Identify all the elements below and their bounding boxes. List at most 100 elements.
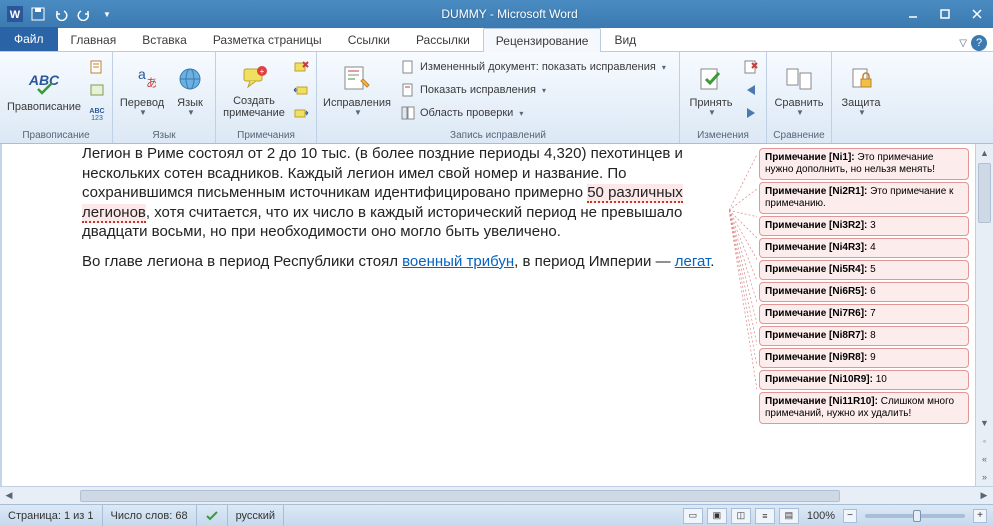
scroll-thumb[interactable]	[978, 163, 991, 223]
comment-item[interactable]: Примечание [Ni3R2]: 3	[759, 216, 969, 236]
show-markup-label: Показать исправления	[420, 84, 536, 96]
comment-item[interactable]: Примечание [Ni4R3]: 4	[759, 238, 969, 258]
scroll-left-icon[interactable]: ◀	[0, 487, 18, 505]
comment-item[interactable]: Примечание [Ni1]: Это примечание нужно д…	[759, 148, 969, 180]
vertical-scrollbar[interactable]: ▲ ▼ ◦ « »	[975, 144, 993, 486]
ribbon: ABC Правописание ABC123 Правописание aあ …	[0, 52, 993, 144]
comment-item[interactable]: Примечание [Ni6R5]: 6	[759, 282, 969, 302]
svg-text:ABC: ABC	[89, 108, 104, 115]
zoom-level[interactable]: 100%	[807, 510, 835, 522]
spelling-label: Правописание	[7, 101, 81, 113]
link-legate[interactable]: легат	[675, 253, 710, 270]
document-page[interactable]: Легион в Риме состоял от 2 до 10 тыс. (в…	[2, 144, 757, 486]
next-page-icon[interactable]: »	[976, 468, 993, 486]
prev-change-icon[interactable]	[740, 79, 762, 101]
svg-text:+: +	[260, 67, 265, 76]
redo-icon[interactable]	[73, 3, 95, 25]
zoom-slider[interactable]	[865, 514, 965, 518]
language-button[interactable]: Язык▼	[169, 54, 211, 124]
reject-icon[interactable]	[740, 56, 762, 78]
track-changes-button[interactable]: Исправления▼	[321, 54, 393, 124]
show-markup-dropdown[interactable]: Показать исправления▾	[395, 79, 675, 101]
tab-рассылки[interactable]: Рассылки	[403, 27, 483, 51]
next-comment-icon[interactable]	[290, 102, 312, 124]
markup-icon	[400, 82, 416, 98]
maximize-button[interactable]	[929, 3, 961, 25]
draft-view-icon[interactable]: ▤	[779, 508, 799, 524]
tab-ссылки[interactable]: Ссылки	[335, 27, 403, 51]
accept-button[interactable]: Принять▼	[684, 54, 738, 124]
comment-item[interactable]: Примечание [Ni10R9]: 10	[759, 370, 969, 390]
link-tribune[interactable]: военный трибун	[402, 253, 514, 270]
close-button[interactable]	[961, 3, 993, 25]
object-browse-icon[interactable]: ◦	[976, 432, 993, 450]
wordcount-icon[interactable]: ABC123	[86, 102, 108, 124]
compare-icon	[783, 63, 815, 95]
horizontal-scrollbar[interactable]: ◀ ▶	[0, 486, 993, 504]
delete-comment-icon[interactable]	[290, 56, 312, 78]
word-count-status[interactable]: Число слов: 68	[103, 505, 197, 526]
prev-page-icon[interactable]: «	[976, 450, 993, 468]
display-for-review-label: Измененный документ: показать исправлени…	[420, 61, 656, 73]
display-for-review-dropdown[interactable]: Измененный документ: показать исправлени…	[395, 56, 675, 78]
print-layout-view-icon[interactable]: ▭	[683, 508, 703, 524]
page-status[interactable]: Страница: 1 из 1	[0, 505, 103, 526]
protect-button[interactable]: Защита▼	[836, 54, 886, 124]
next-change-icon[interactable]	[740, 102, 762, 124]
minimize-button[interactable]	[897, 3, 929, 25]
comment-item[interactable]: Примечание [Ni9R8]: 9	[759, 348, 969, 368]
group-label-changes: Изменения	[684, 128, 762, 143]
tab-рецензирование[interactable]: Рецензирование	[483, 28, 602, 52]
svg-text:a: a	[138, 66, 146, 82]
file-tab[interactable]: Файл	[0, 27, 58, 51]
zoom-in-button[interactable]: +	[973, 509, 987, 523]
qat-dropdown-icon[interactable]: ▼	[96, 3, 118, 25]
research-icon[interactable]	[86, 56, 108, 78]
comment-item[interactable]: Примечание [Ni8R7]: 8	[759, 326, 969, 346]
save-icon[interactable]	[27, 3, 49, 25]
zoom-out-button[interactable]: −	[843, 509, 857, 523]
scroll-down-icon[interactable]: ▼	[976, 414, 993, 432]
undo-icon[interactable]	[50, 3, 72, 25]
hscroll-thumb[interactable]	[80, 490, 840, 502]
tab-главная[interactable]: Главная	[58, 27, 130, 51]
prev-comment-icon[interactable]	[290, 79, 312, 101]
tab-разметка-страницы[interactable]: Разметка страницы	[200, 27, 335, 51]
spell-status-icon[interactable]	[197, 505, 228, 526]
scroll-up-icon[interactable]: ▲	[976, 144, 993, 162]
fullscreen-view-icon[interactable]: ▣	[707, 508, 727, 524]
comment-item[interactable]: Примечание [Ni7R6]: 7	[759, 304, 969, 324]
svg-text:123: 123	[91, 115, 103, 121]
status-bar: Страница: 1 из 1 Число слов: 68 русский …	[0, 504, 993, 526]
scroll-right-icon[interactable]: ▶	[975, 487, 993, 505]
spelling-button[interactable]: ABC Правописание	[4, 54, 84, 124]
group-label-spelling: Правописание	[4, 128, 108, 143]
tab-вид[interactable]: Вид	[601, 27, 649, 51]
reviewing-pane-dropdown[interactable]: Область проверки▾	[395, 102, 675, 124]
outline-view-icon[interactable]: ≡	[755, 508, 775, 524]
thesaurus-icon[interactable]	[86, 79, 108, 101]
paragraph-2[interactable]: Во главе легиона в период Республики сто…	[82, 252, 739, 272]
compare-button[interactable]: Сравнить▼	[771, 54, 827, 124]
ribbon-minimize-icon[interactable]: ▽	[959, 38, 967, 49]
tab-вставка[interactable]: Вставка	[129, 27, 200, 51]
group-label-comments: Примечания	[220, 128, 312, 143]
comment-item[interactable]: Примечание [Ni2R1]: Это примечание к при…	[759, 182, 969, 214]
zoom-knob[interactable]	[913, 510, 921, 522]
new-comment-label: Создать примечание	[223, 95, 285, 119]
svg-text:あ: あ	[146, 76, 156, 90]
track-changes-icon	[341, 63, 373, 95]
translate-label: Перевод	[120, 97, 164, 109]
word-icon[interactable]: W	[4, 3, 26, 25]
help-icon[interactable]: ?	[971, 35, 987, 51]
quick-access-toolbar: W ▼	[0, 3, 122, 25]
new-comment-button[interactable]: + Создать примечание	[220, 54, 288, 124]
paragraph-1[interactable]: Легион в Риме состоял от 2 до 10 тыс. (в…	[82, 144, 739, 242]
group-label-protect	[836, 128, 886, 143]
translate-button[interactable]: aあ Перевод▼	[117, 54, 167, 124]
pane-icon	[400, 105, 416, 121]
language-status[interactable]: русский	[228, 505, 284, 526]
web-view-icon[interactable]: ◫	[731, 508, 751, 524]
comment-item[interactable]: Примечание [Ni11R10]: Слишком много прим…	[759, 392, 969, 424]
comment-item[interactable]: Примечание [Ni5R4]: 5	[759, 260, 969, 280]
